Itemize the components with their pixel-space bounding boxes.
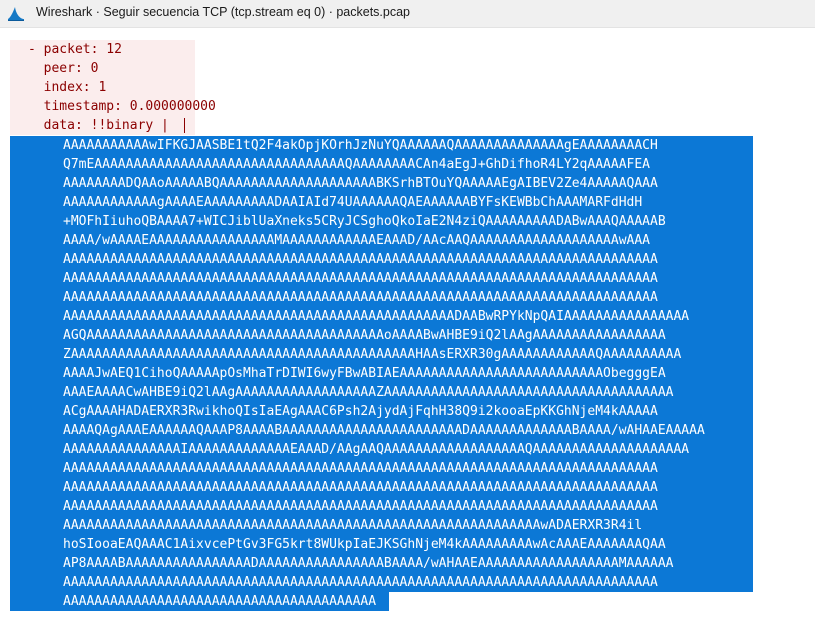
window-title: Wireshark · Seguir secuencia TCP (tcp.st… bbox=[36, 5, 410, 19]
selected-data-line[interactable]: AAAAAAAADQAAoAAAAABQAAAAAAAAAAAAAAAAAAAA… bbox=[10, 174, 753, 193]
selected-data-line[interactable]: AAAAAAAAAAAAAAAAAAAAAAAAAAAAAAAAAAAAAAAA… bbox=[10, 269, 753, 288]
window-titlebar: Wireshark · Seguir secuencia TCP (tcp.st… bbox=[0, 0, 815, 28]
selected-data-line[interactable]: AAAAJwAEQ1CihoQAAAAApOsMhaTrDIWI6wyFBwAB… bbox=[10, 364, 753, 383]
selected-data-line[interactable]: AAAAAAAAAAAAAAAIAAAAAAAAAAAAAEAAAD/AAgAA… bbox=[10, 440, 753, 459]
selected-data-line[interactable]: AAAAAAAAAAAAAAAAAAAAAAAAAAAAAAAAAAAAAAAA bbox=[10, 592, 389, 611]
header-line-data: data: !!binary | bbox=[10, 116, 195, 135]
follow-stream-text-view[interactable]: - packet: 12 peer: 0 index: 1 timestamp:… bbox=[10, 40, 815, 630]
header-line-text: index: 1 bbox=[28, 80, 107, 95]
header-line-index: index: 1 bbox=[10, 78, 195, 97]
header-line-text: - packet: 12 bbox=[28, 42, 122, 57]
wireshark-fin-icon bbox=[8, 7, 24, 21]
header-line-text: timestamp: 0.000000000 bbox=[28, 99, 216, 114]
selected-data-line[interactable]: AAAAAAAAAAAAAAAAAAAAAAAAAAAAAAAAAAAAAAAA… bbox=[10, 288, 753, 307]
selected-data-line[interactable]: AAAAAAAAAAAAAAAAAAAAAAAAAAAAAAAAAAAAAAAA… bbox=[10, 478, 753, 497]
header-line-text: data: !!binary | bbox=[28, 118, 169, 133]
selected-data-line[interactable]: Q7mEAAAAAAAAAAAAAAAAAAAAAAAAAAAAAAAAQAAA… bbox=[10, 155, 753, 174]
selected-data-line[interactable]: ZAAAAAAAAAAAAAAAAAAAAAAAAAAAAAAAAAAAAAAA… bbox=[10, 345, 753, 364]
selected-data-line[interactable]: AAAAAAAAAAAAAAAAAAAAAAAAAAAAAAAAAAAAAAAA… bbox=[10, 250, 753, 269]
header-line-peer: peer: 0 bbox=[10, 59, 195, 78]
text-cursor bbox=[184, 118, 185, 133]
selected-data-line[interactable]: AAAA/wAAAAEAAAAAAAAAAAAAAAAMAAAAAAAAAAAA… bbox=[10, 231, 753, 250]
selected-data-line[interactable]: ACgAAAAHADAERXR3RwikhoQIsIaEAgAAAC6Psh2A… bbox=[10, 402, 753, 421]
selected-data-line[interactable]: AP8AAAABAAAAAAAAAAAAAAAADAAAAAAAAAAAAAAA… bbox=[10, 554, 753, 573]
header-line-timestamp: timestamp: 0.000000000 bbox=[10, 97, 216, 116]
selected-data-line[interactable]: AAAAAAAAAAAAAAAAAAAAAAAAAAAAAAAAAAAAAAAA… bbox=[10, 573, 753, 592]
header-line-packet: - packet: 12 bbox=[10, 40, 195, 59]
selected-data-line[interactable]: +MOFhIiuhoQBAAAA7+WICJiblUaXneks5CRyJCSg… bbox=[10, 212, 753, 231]
selected-data-line[interactable]: AAAAAAAAAAAAAAAAAAAAAAAAAAAAAAAAAAAAAAAA… bbox=[10, 516, 753, 535]
selected-data-line[interactable]: AAAAAAAAAAAAAAAAAAAAAAAAAAAAAAAAAAAAAAAA… bbox=[10, 459, 753, 478]
selected-data-line[interactable]: AAAAAAAAAAAAgAAAAEAAAAAAAAADAAIAId74UAAA… bbox=[10, 193, 753, 212]
selected-data-line[interactable]: AGQAAAAAAAAAAAAAAAAAAAAAAAAAAAAAAAAAAAAA… bbox=[10, 326, 753, 345]
selected-data-line[interactable]: hoSIooaEAQAAAC1AixvcePtGv3FG5krt8WUkpIaE… bbox=[10, 535, 753, 554]
selected-data-line[interactable]: AAAEAAAACwAHBE9iQ2lAAgAAAAAAAAAAAAAAAAAA… bbox=[10, 383, 753, 402]
header-line-text: peer: 0 bbox=[28, 61, 99, 76]
selected-data-line[interactable]: AAAAAAAAAAAwIFKGJAASBE1tQ2F4akOpjKOrhJzN… bbox=[10, 136, 753, 155]
selected-data-line[interactable]: AAAAAAAAAAAAAAAAAAAAAAAAAAAAAAAAAAAAAAAA… bbox=[10, 307, 753, 326]
selected-data-line[interactable]: AAAAAAAAAAAAAAAAAAAAAAAAAAAAAAAAAAAAAAAA… bbox=[10, 497, 753, 516]
selected-data-line[interactable]: AAAAQAgAAAEAAAAAAQAAAP8AAAABAAAAAAAAAAAA… bbox=[10, 421, 753, 440]
